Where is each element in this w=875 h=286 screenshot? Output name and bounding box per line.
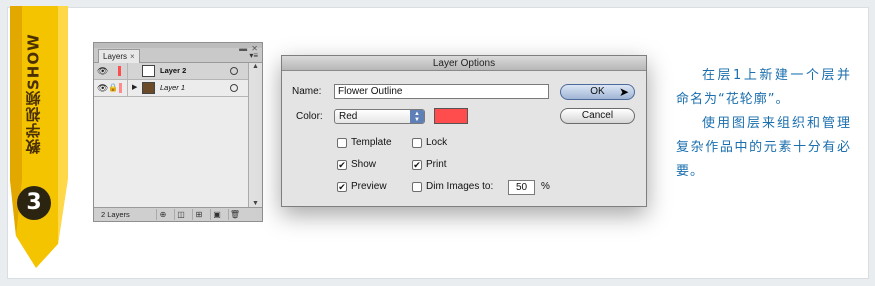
lock-checkbox[interactable] [412, 138, 422, 148]
layers-panel: ▬ ✕ Layers × ▾≡ 👁 Layer 2 👁 🔒 ▶ Layer 1 ▲… [93, 42, 263, 222]
percent-unit: % [541, 181, 550, 192]
layer-options-dialog: Layer Options Name: Flower Outline Color… [281, 55, 647, 207]
layer-color-indicator [118, 66, 121, 76]
template-checkbox[interactable] [337, 138, 347, 148]
scroll-up-icon[interactable]: ▲ [252, 63, 259, 70]
dialog-title: Layer Options [282, 56, 646, 71]
locate-object-icon[interactable]: ⊕ [156, 209, 169, 220]
print-checkbox[interactable]: ✔ [412, 160, 422, 170]
step-number: 3 [17, 186, 51, 220]
tab-layers-label: Layers [103, 52, 128, 61]
panel-footer: 2 Layers ⊕ ◫ ⊞ ▣ 🗑 [94, 207, 262, 221]
layer-name[interactable]: Layer 2 [160, 66, 186, 75]
layer-row[interactable]: 👁 Layer 2 [94, 63, 249, 80]
name-label: Name: [292, 86, 322, 97]
layers-list: 👁 Layer 2 👁 🔒 ▶ Layer 1 [94, 63, 249, 207]
description-paragraph: 在层1上新建一个层并命名为“花轮廓”。 [676, 68, 851, 107]
target-icon[interactable] [230, 67, 238, 75]
scroll-down-icon[interactable]: ▼ [252, 200, 259, 207]
dim-percent-field[interactable]: 50 [508, 180, 535, 195]
trash-icon[interactable]: 🗑 [228, 209, 241, 220]
color-label: Color: [296, 111, 323, 122]
layers-scrollbar[interactable]: ▲ ▼ [248, 63, 262, 207]
tag-label: 教学视频SHOW [24, 33, 43, 154]
visibility-eye-icon[interactable]: 👁 [97, 66, 108, 77]
layer-thumbnail [142, 82, 155, 94]
layer-count: 2 Layers [101, 210, 130, 219]
template-label: Template [351, 137, 392, 148]
visibility-eye-icon[interactable]: 👁 [97, 83, 108, 94]
name-field[interactable]: Flower Outline [334, 84, 549, 99]
divider [127, 80, 128, 97]
cancel-button[interactable]: Cancel [560, 108, 635, 124]
preview-label: Preview [351, 181, 387, 192]
layer-thumbnail [142, 65, 155, 77]
lock-icon[interactable]: 🔒 [108, 83, 118, 92]
target-icon[interactable] [230, 84, 238, 92]
show-label: Show [351, 159, 377, 170]
tab-close-icon[interactable]: × [130, 52, 135, 61]
tab-layers[interactable]: Layers × [98, 49, 140, 63]
step-tag: 教学视频SHOW 3 [0, 0, 80, 286]
color-select[interactable]: Red ▲ ▼ [334, 109, 425, 124]
show-checkbox[interactable]: ✔ [337, 160, 347, 170]
dim-images-checkbox[interactable] [412, 182, 422, 192]
lock-label: Lock [426, 137, 448, 148]
layer-row[interactable]: 👁 🔒 ▶ Layer 1 [94, 80, 249, 97]
dim-images-label: Dim Images to: [426, 181, 494, 192]
clipping-mask-icon[interactable]: ◫ [174, 209, 187, 220]
color-select-value: Red [339, 111, 358, 122]
divider [127, 63, 128, 80]
color-swatch[interactable] [434, 108, 468, 124]
preview-checkbox[interactable]: ✔ [337, 182, 347, 192]
new-sublayer-icon[interactable]: ⊞ [192, 209, 205, 220]
layer-color-indicator [119, 83, 122, 93]
layer-name[interactable]: Layer 1 [160, 83, 185, 92]
step-description: 在层1上新建一个层并命名为“花轮廓”。 使用图层来组织和管理复杂作品中的元素十分… [676, 64, 851, 184]
description-paragraph: 使用图层来组织和管理复杂作品中的元素十分有必要。 [676, 116, 851, 179]
chevron-updown-icon: ▲ ▼ [410, 110, 424, 123]
panel-menu-icon[interactable]: ▾≡ [249, 51, 258, 60]
mouse-pointer-icon: ➤ [619, 85, 630, 99]
panel-tab-row: ▬ ✕ Layers × ▾≡ [94, 44, 262, 63]
print-label: Print [426, 159, 447, 170]
new-layer-icon[interactable]: ▣ [210, 209, 223, 220]
expand-triangle-icon[interactable]: ▶ [132, 83, 137, 91]
